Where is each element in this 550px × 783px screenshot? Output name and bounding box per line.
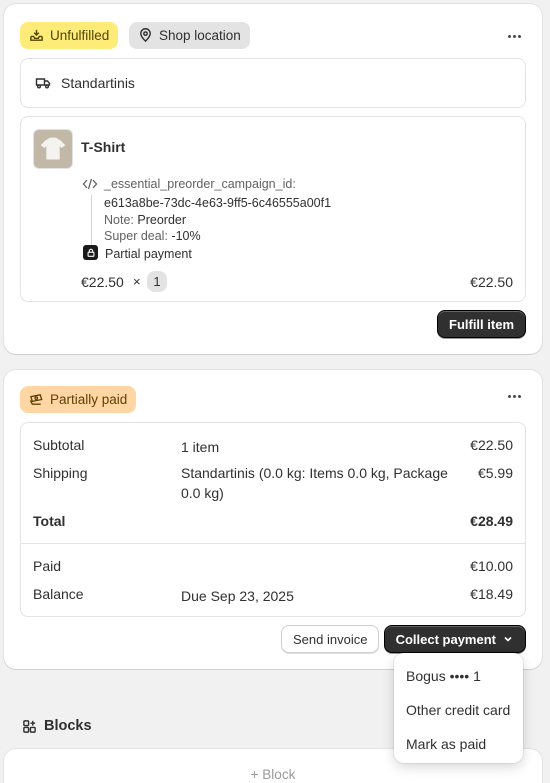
fulfill-item-button[interactable]: Fulfill item [437,310,526,338]
menu-item-bogus[interactable]: Bogus •••• 1 [394,659,523,693]
line-total: €22.50 [470,274,513,290]
truck-icon [35,78,51,89]
send-invoice-button[interactable]: Send invoice [281,625,380,653]
shipping-detail: Standartinis (0.0 kg: Items 0.0 kg, Pack… [181,465,448,501]
location-badge-label: Shop location [159,28,241,43]
balance-value: €18.49 [470,586,513,602]
shipping-method-label: Standartinis [61,75,135,91]
property-divider [91,195,92,250]
blocks-icon [23,719,36,733]
deal-value: -10% [171,229,201,243]
add-block-button[interactable]: + Block [4,767,542,782]
shipping-label: Shipping [33,465,88,481]
total-label: Total [33,513,66,529]
property-key: _essential_preorder_campaign_id: [104,177,296,191]
more-horizontal-icon[interactable] [502,24,526,48]
partial-payment-label: Partial payment [105,247,192,261]
subtotal-label: Subtotal [33,437,85,453]
shipping-method-box: Standartinis [20,58,526,108]
total-value: €28.49 [470,513,513,529]
location-pin-icon [140,28,151,43]
collect-payment-menu: Bogus •••• 1 Other credit card Mark as p… [394,653,523,763]
menu-item-mark-as-paid[interactable]: Mark as paid [394,727,523,761]
more-horizontal-icon[interactable] [502,384,526,408]
note-label: Note: [104,213,134,227]
unfulfilled-badge: Unfulfilled [20,22,119,49]
collect-payment-button[interactable]: Collect payment [383,625,526,653]
quantity-badge: 1 [147,271,167,292]
collect-payment-label: Collect payment [395,631,496,647]
cash-icon [29,394,43,405]
property-value: e613a8be-73dc-4e63-9ff5-6c46555a00f1 [104,196,332,210]
inbox-icon [30,29,43,41]
balance-due: Due Sep 23, 2025 [181,588,294,604]
subtotal-value: €22.50 [470,437,513,453]
lock-icon [83,245,98,260]
balance-label: Balance [33,586,84,602]
subtotal-detail: 1 item [181,439,220,455]
deal-label: Super deal: [104,229,168,243]
unfulfilled-badge-label: Unfulfilled [50,28,110,43]
note-property: Note: Preorder [104,213,186,227]
product-title[interactable]: T-Shirt [81,139,125,155]
location-badge: Shop location [129,22,250,49]
note-value: Preorder [137,213,187,227]
blocks-heading: Blocks [22,718,92,734]
code-icon [82,178,98,190]
paid-label: Paid [33,558,62,574]
line-item: T-Shirt _essential_preorder_campaign_id:… [20,116,526,302]
blocks-title: Blocks [44,718,92,734]
menu-item-other-credit-card[interactable]: Other credit card [394,693,523,727]
chevron-down-icon [504,636,512,642]
payment-summary: Subtotal 1 item €22.50 Shipping Standart… [20,422,526,617]
times-sign: × [133,274,141,289]
unit-price: €22.50 [81,274,124,290]
partially-paid-label: Partially paid [50,392,128,407]
payment-card: Partially paid Subtotal 1 item €22.50 Sh… [4,370,542,669]
fulfillment-card: Unfulfilled Shop location Standartinis T… [4,4,542,354]
shipping-value: €5.99 [477,465,513,481]
product-thumbnail[interactable] [33,129,73,169]
partially-paid-badge: Partially paid [20,386,137,413]
deal-property: Super deal: -10% [104,229,201,243]
paid-value: €10.00 [470,558,513,574]
summary-divider [21,543,525,544]
